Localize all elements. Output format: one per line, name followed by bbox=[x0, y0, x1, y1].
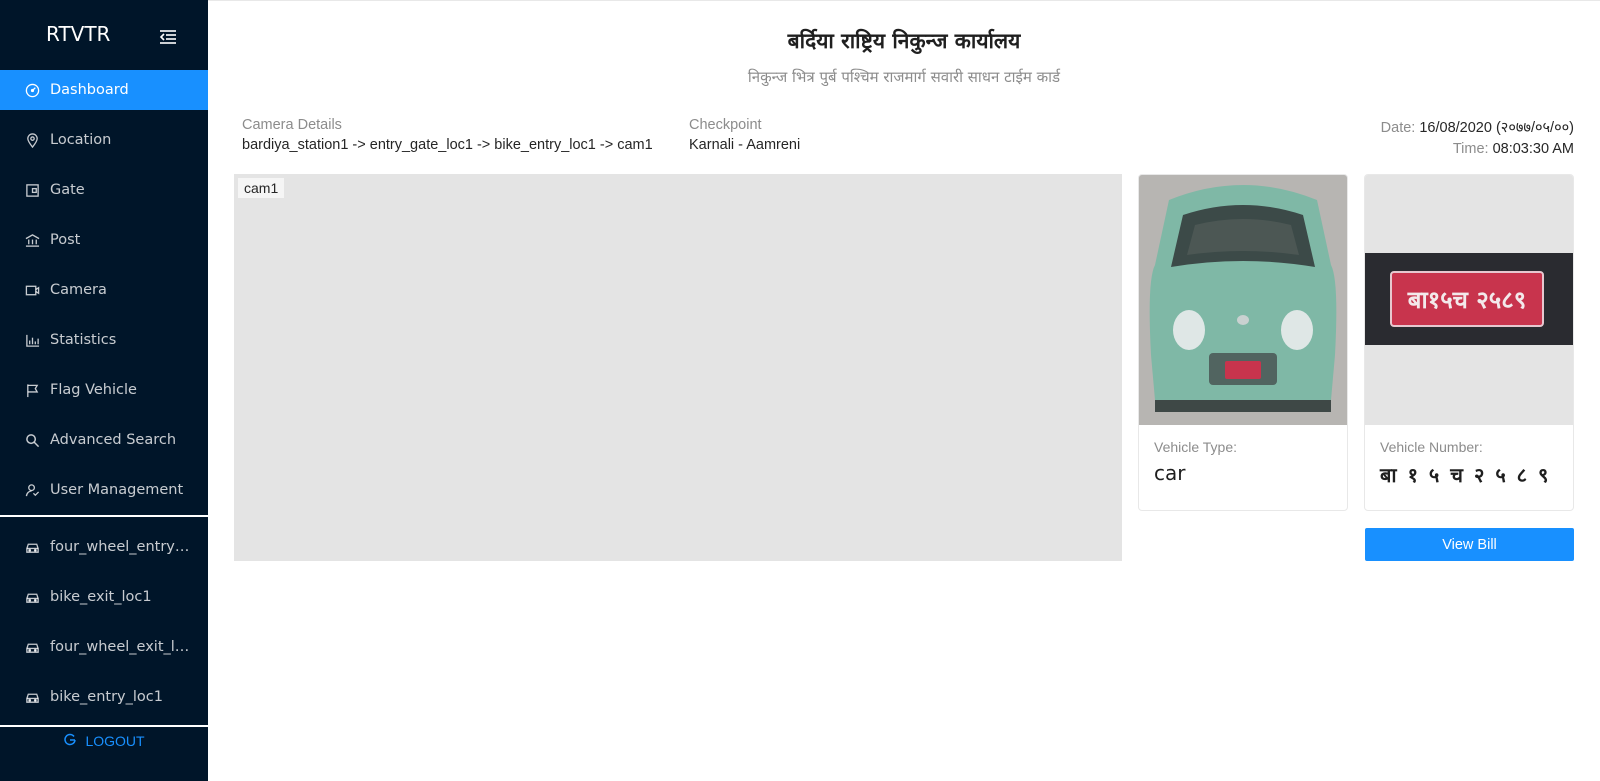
flag-icon bbox=[24, 382, 40, 398]
sidebar-item-label: Statistics bbox=[50, 332, 117, 348]
view-bill-button[interactable]: View Bill bbox=[1365, 528, 1574, 561]
vehicle-type-card: Vehicle Type: car bbox=[1138, 174, 1348, 511]
checkpoint-label: Checkpoint bbox=[689, 117, 762, 133]
vehicle-number-label: Vehicle Number: bbox=[1380, 439, 1483, 455]
vehicle-number-body: Vehicle Number: बा १ ५ च २ ५ ८ ९ bbox=[1365, 425, 1573, 502]
logout-icon bbox=[63, 733, 85, 750]
sidebar-item-label: four_wheel_entry_loc1 bbox=[50, 539, 192, 555]
app-brand: RTVTR bbox=[46, 22, 111, 46]
sidebar-item-label: Dashboard bbox=[50, 82, 129, 98]
date-time: Date: 16/08/2020 (२०७७/०५/००) Time: 08:0… bbox=[1381, 117, 1574, 161]
camera-details-label: Camera Details bbox=[242, 117, 342, 133]
location-pin-icon bbox=[24, 132, 40, 148]
sidebar-item-label: User Management bbox=[50, 482, 184, 498]
car-icon bbox=[24, 539, 40, 555]
vehicle-type-label: Vehicle Type: bbox=[1154, 439, 1238, 455]
video-camera-icon bbox=[24, 282, 40, 298]
vehicle-number-card: बा१५च २५८९ Vehicle Number: बा १ ५ च २ ५ … bbox=[1364, 174, 1574, 511]
brand-header: RTVTR bbox=[0, 0, 208, 70]
dashboard-icon bbox=[24, 82, 40, 98]
camera-tag: cam1 bbox=[238, 178, 285, 198]
car-icon bbox=[24, 639, 40, 655]
sidebar: RTVTR Dashboard Location Gate Post Camer… bbox=[0, 0, 208, 781]
main-content: बर्दिया राष्ट्रिय निकुन्ज कार्यालय निकुन… bbox=[208, 0, 1600, 781]
time-label: Time: bbox=[1452, 141, 1489, 157]
vehicle-type-body: Vehicle Type: car bbox=[1139, 425, 1347, 499]
sidebar-item-label: bike_exit_loc1 bbox=[50, 589, 152, 605]
sidebar-divider bbox=[0, 515, 208, 517]
sidebar-item-location-shortcut[interactable]: four_wheel_exit_loc1 bbox=[0, 627, 208, 667]
page-title: बर्दिया राष्ट्रिय निकुन्ज कार्यालय bbox=[787, 29, 1021, 53]
logout-button[interactable]: LOGOUT bbox=[0, 726, 208, 756]
sidebar-item-label: Flag Vehicle bbox=[50, 382, 137, 398]
sidebar-item-flag-vehicle[interactable]: Flag Vehicle bbox=[0, 370, 208, 410]
search-icon bbox=[24, 432, 40, 448]
car-icon bbox=[24, 689, 40, 705]
date-row: Date: 16/08/2020 (२०७७/०५/००) bbox=[1381, 117, 1574, 137]
menu-fold-icon[interactable] bbox=[159, 28, 177, 46]
user-switch-icon bbox=[24, 482, 40, 498]
sidebar-item-label: Gate bbox=[50, 182, 85, 198]
camera-feed[interactable]: cam1 bbox=[234, 174, 1122, 561]
bank-icon bbox=[24, 232, 40, 248]
logout-label: LOGOUT bbox=[85, 733, 145, 749]
sidebar-item-gate[interactable]: Gate bbox=[0, 170, 208, 210]
sidebar-item-location-shortcut[interactable]: bike_exit_loc1 bbox=[0, 577, 208, 617]
sidebar-item-label: Camera bbox=[50, 282, 107, 298]
time-row: Time: 08:03:30 AM bbox=[1381, 141, 1574, 157]
license-plate: बा१५च २५८९ bbox=[1390, 271, 1544, 327]
gate-icon bbox=[24, 182, 40, 198]
sidebar-item-label: Location bbox=[50, 132, 112, 148]
sidebar-item-label: Advanced Search bbox=[50, 432, 177, 448]
main-menu: Dashboard Location Gate Post Camera Stat… bbox=[0, 70, 208, 510]
sidebar-item-post[interactable]: Post bbox=[0, 220, 208, 260]
date-value: 16/08/2020 (२०७७/०५/००) bbox=[1419, 120, 1574, 136]
sidebar-item-camera[interactable]: Camera bbox=[0, 270, 208, 310]
page-subtitle: निकुन्ज भित्र पुर्ब पश्चिम राजमार्ग सवार… bbox=[747, 68, 1061, 86]
sidebar-item-label: bike_entry_loc1 bbox=[50, 689, 163, 705]
date-label: Date: bbox=[1380, 120, 1416, 136]
sidebar-item-location-shortcut[interactable]: bike_entry_loc1 bbox=[0, 677, 208, 717]
camera-details: Camera Details bardiya_station1 -> entry… bbox=[242, 117, 653, 153]
sidebar-item-location[interactable]: Location bbox=[0, 120, 208, 160]
camera-details-value: bardiya_station1 -> entry_gate_loc1 -> b… bbox=[242, 137, 653, 153]
sidebar-item-label: four_wheel_exit_loc1 bbox=[50, 639, 192, 655]
sidebar-item-dashboard[interactable]: Dashboard bbox=[0, 70, 208, 110]
location-menu: four_wheel_entry_loc1 bike_exit_loc1 fou… bbox=[0, 527, 208, 717]
checkpoint-value: Karnali - Aamreni bbox=[689, 137, 801, 153]
plate-strip: बा१५च २५८९ bbox=[1365, 253, 1573, 345]
vehicle-number-value: बा १ ५ च २ ५ ८ ९ bbox=[1380, 463, 1551, 487]
sidebar-item-advanced-search[interactable]: Advanced Search bbox=[0, 420, 208, 460]
plate-image[interactable]: बा१५च २५८९ bbox=[1365, 175, 1573, 425]
vehicle-type-value: car bbox=[1154, 461, 1186, 485]
sidebar-item-statistics[interactable]: Statistics bbox=[0, 320, 208, 360]
sidebar-item-user-management[interactable]: User Management bbox=[0, 470, 208, 510]
time-value: 08:03:30 AM bbox=[1492, 141, 1574, 157]
checkpoint: Checkpoint Karnali - Aamreni bbox=[689, 117, 800, 153]
sidebar-item-label: Post bbox=[50, 232, 81, 248]
sidebar-item-location-shortcut[interactable]: four_wheel_entry_loc1 bbox=[0, 527, 208, 567]
vehicle-image[interactable] bbox=[1139, 175, 1347, 425]
bar-chart-icon bbox=[24, 332, 40, 348]
car-icon bbox=[24, 589, 40, 605]
car-photo bbox=[1139, 175, 1347, 425]
